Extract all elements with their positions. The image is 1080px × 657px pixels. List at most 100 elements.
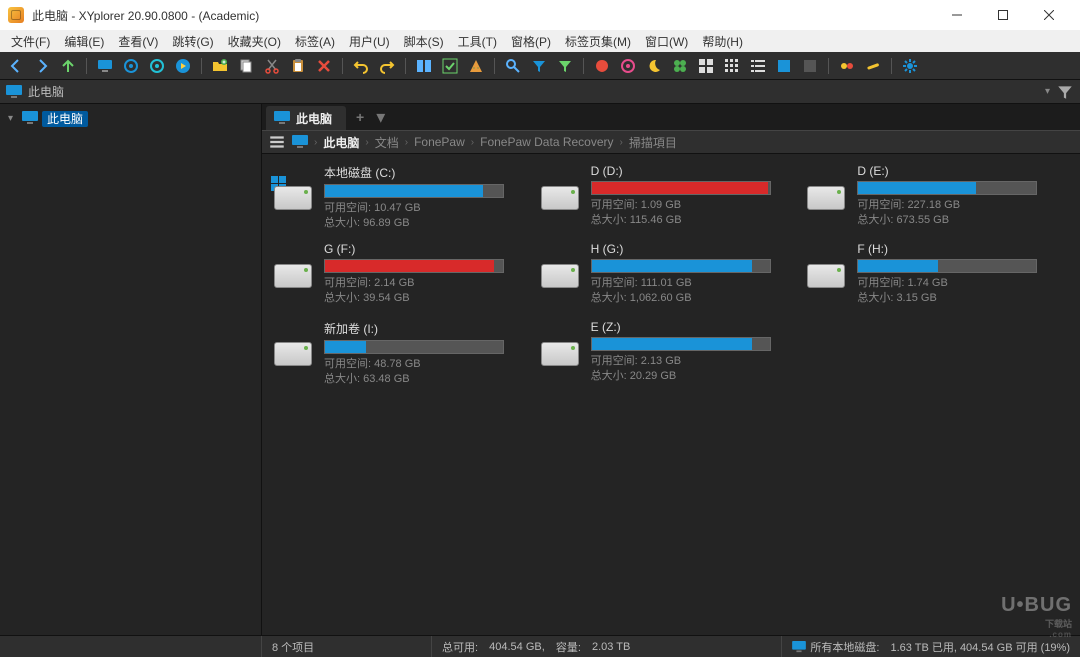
separator-icon [889,56,894,76]
menu-script[interactable]: 脚本(S) [397,31,451,52]
tree-node-this-pc[interactable]: ▾ 此电脑 [0,108,261,128]
new-folder-button[interactable] [208,54,232,78]
drive-name: 本地磁盘 (C:) [324,164,535,181]
filter-blue-button[interactable] [527,54,551,78]
monitor-icon [274,111,290,125]
blue-square-button[interactable] [772,54,796,78]
drive-total: 总大小: 115.46 GB [591,213,802,228]
swirl-button[interactable] [616,54,640,78]
filter-icon[interactable] [1056,83,1074,101]
drive-icon [541,334,581,370]
cut-button[interactable] [260,54,284,78]
target-cyan-button[interactable] [145,54,169,78]
list-button[interactable] [746,54,770,78]
wand-button[interactable] [861,54,885,78]
close-button[interactable] [1026,0,1072,30]
collapse-icon[interactable]: ▾ [8,113,18,124]
drive-free: 可用空间: 1.74 GB [857,276,1068,291]
drive-name: D (D:) [591,164,802,178]
status-item-count: 8 个项目 [262,636,432,657]
drive-icon [274,334,314,370]
drive-item[interactable]: 新加卷 (I:) 可用空间: 48.78 GB 总大小: 63.48 GB [274,320,535,392]
drive-free: 可用空间: 48.78 GB [324,357,535,372]
menu-help[interactable]: 帮助(H) [695,31,750,52]
tab-this-pc[interactable]: 此电脑 [266,106,346,130]
separator-icon [84,56,89,76]
undo-button[interactable] [349,54,373,78]
separator-icon [581,56,586,76]
monitor-icon [6,85,22,99]
checked-button[interactable] [438,54,462,78]
drive-item[interactable]: H (G:) 可用空间: 111.01 GB 总大小: 1,062.60 GB [541,242,802,314]
grid-large-button[interactable] [694,54,718,78]
paste-button[interactable] [286,54,310,78]
menu-bar: 文件(F) 编辑(E) 查看(V) 跳转(G) 收藏夹(O) 标签(A) 用户(… [0,30,1080,52]
folder-tree[interactable]: ▾ 此电脑 [0,104,262,635]
crumb-seg[interactable]: FonePaw [414,135,465,149]
drive-usage-bar [324,184,504,198]
status-totals: 总可用: 404.54 GB, 容量: 2.03 TB [432,636,782,657]
dots-button[interactable] [835,54,859,78]
drive-total: 总大小: 673.55 GB [857,213,1068,228]
delete-button[interactable] [312,54,336,78]
drive-item[interactable]: D (D:) 可用空间: 1.09 GB 总大小: 115.46 GB [541,164,802,236]
filter-green-button[interactable] [553,54,577,78]
breadcrumb-bar[interactable]: › 此电脑 › 文档 › FonePaw › FonePaw Data Reco… [262,130,1080,154]
menu-panes[interactable]: 窗格(P) [504,31,558,52]
menu-window[interactable]: 窗口(W) [638,31,695,52]
drive-usage-bar [857,259,1037,273]
drive-icon [541,178,581,214]
nav-forward-button[interactable] [30,54,54,78]
monitor-button[interactable] [93,54,117,78]
dualpane-button[interactable] [412,54,436,78]
drive-icon [541,256,581,292]
drive-icon [807,178,847,214]
nav-back-button[interactable] [4,54,28,78]
tab-menu-button[interactable]: ▾ [372,107,389,128]
drive-total: 总大小: 63.48 GB [324,372,535,387]
chevron-icon: › [405,137,408,148]
clover-button[interactable] [668,54,692,78]
maximize-button[interactable] [980,0,1026,30]
grid-small-button[interactable] [720,54,744,78]
drive-item[interactable]: 本地磁盘 (C:) 可用空间: 10.47 GB 总大小: 96.89 GB [274,164,535,236]
crumb-seg[interactable]: 掃描項目 [629,134,677,151]
menu-user[interactable]: 用户(U) [342,31,397,52]
red-shape-button[interactable] [590,54,614,78]
play-button[interactable] [171,54,195,78]
dark-square-button[interactable] [798,54,822,78]
drive-item[interactable]: E (Z:) 可用空间: 2.13 GB 总大小: 20.29 GB [541,320,802,392]
moon-button[interactable] [642,54,666,78]
settings-button[interactable] [898,54,922,78]
minimize-button[interactable] [934,0,980,30]
menu-icon[interactable] [268,133,286,151]
drive-free: 可用空间: 111.01 GB [591,276,802,291]
crumb-seg[interactable]: 文档 [375,134,399,151]
menu-go[interactable]: 跳转(G) [165,31,220,52]
chevron-icon: › [314,137,317,148]
monitor-icon [292,135,308,149]
crumb-seg[interactable]: FonePaw Data Recovery [480,135,613,149]
menu-tabsets[interactable]: 标签页集(M) [558,31,638,52]
menu-tools[interactable]: 工具(T) [451,31,504,52]
search-button[interactable] [501,54,525,78]
drive-item[interactable]: F (H:) 可用空间: 1.74 GB 总大小: 3.15 GB [807,242,1068,314]
drive-item[interactable]: G (F:) 可用空间: 2.14 GB 总大小: 39.54 GB [274,242,535,314]
app-icon [8,7,24,23]
menu-file[interactable]: 文件(F) [4,31,57,52]
menu-fav[interactable]: 收藏夹(O) [221,31,288,52]
drive-total: 总大小: 20.29 GB [591,369,802,384]
new-tab-button[interactable]: + [348,109,372,125]
target-blue-button[interactable] [119,54,143,78]
menu-tags[interactable]: 标签(A) [288,31,342,52]
drive-item[interactable]: D (E:) 可用空间: 227.18 GB 总大小: 673.55 GB [807,164,1068,236]
copy-button[interactable] [234,54,258,78]
menu-edit[interactable]: 编辑(E) [57,31,111,52]
redo-button[interactable] [375,54,399,78]
pizza-button[interactable] [464,54,488,78]
nav-up-button[interactable] [56,54,80,78]
crumb-root[interactable]: 此电脑 [323,134,359,151]
address-bar[interactable]: 此电脑 ▾ [0,80,1080,104]
menu-view[interactable]: 查看(V) [111,31,165,52]
dropdown-icon[interactable]: ▾ [1045,86,1050,97]
